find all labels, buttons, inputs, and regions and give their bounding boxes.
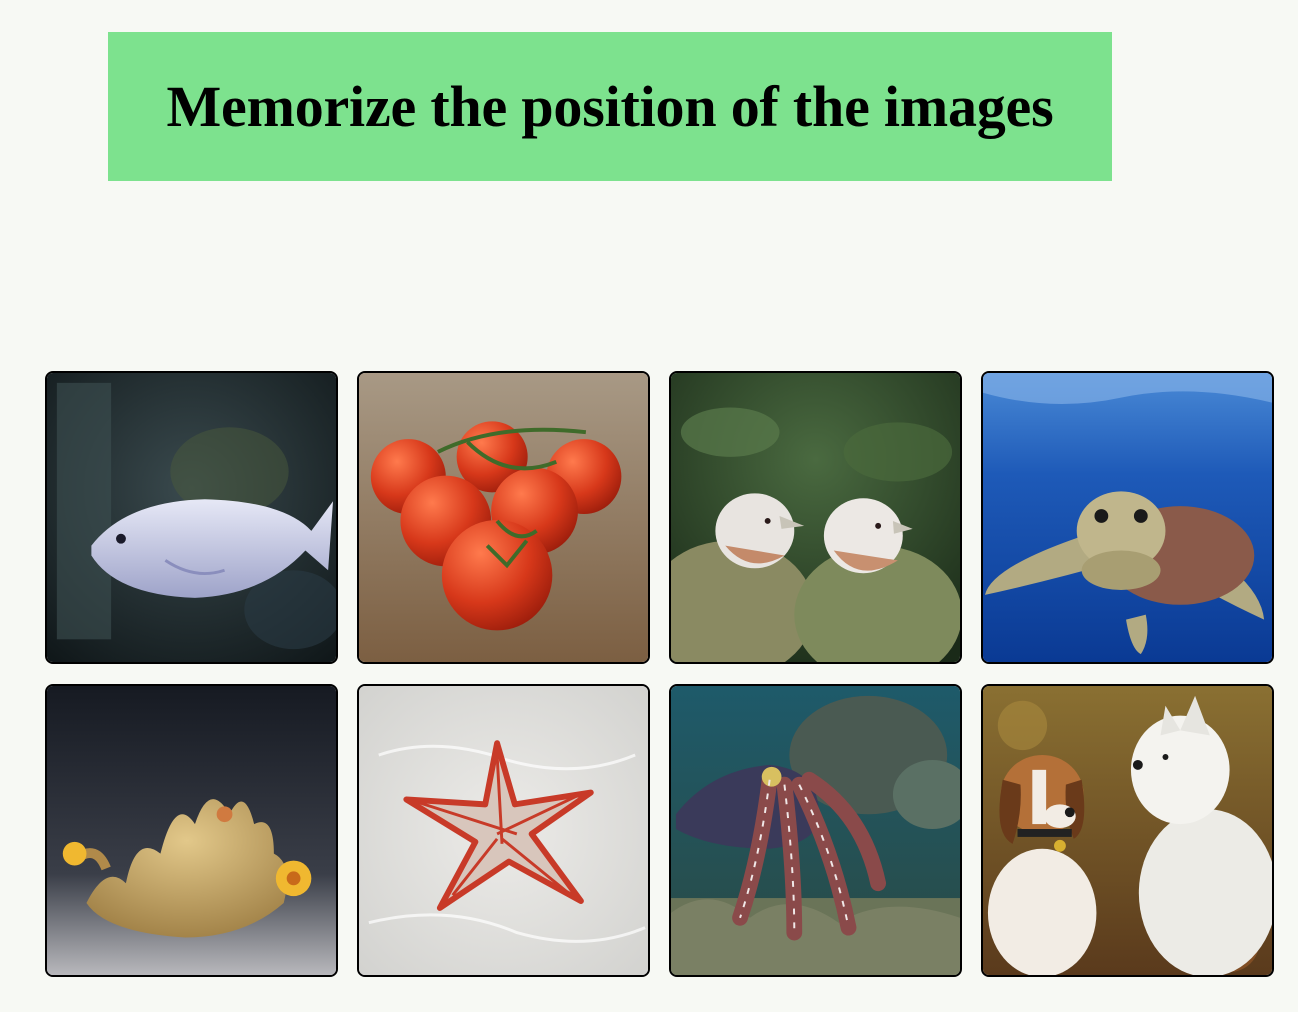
memory-card-dogs[interactable] — [981, 684, 1274, 977]
memory-card-cuttlefish[interactable] — [669, 684, 962, 977]
dogs-image — [983, 686, 1272, 975]
cuttlefish-image — [671, 686, 960, 975]
memory-card-grid — [45, 371, 1274, 977]
fish-image — [47, 373, 336, 662]
memory-card-tomatoes[interactable] — [357, 371, 650, 664]
memory-card-starfish[interactable] — [357, 684, 650, 977]
instruction-banner: Memorize the position of the images — [108, 32, 1112, 181]
memory-card-fish[interactable] — [45, 371, 338, 664]
pigeons-image — [671, 373, 960, 662]
tomatoes-image — [359, 373, 648, 662]
memory-card-pigeons[interactable] — [669, 371, 962, 664]
starfish-image — [359, 686, 648, 975]
memory-card-sea-turtle[interactable] — [981, 371, 1274, 664]
ginger-image — [47, 686, 336, 975]
instruction-title: Memorize the position of the images — [166, 73, 1054, 139]
memory-card-ginger[interactable] — [45, 684, 338, 977]
sea-turtle-image — [983, 373, 1272, 662]
